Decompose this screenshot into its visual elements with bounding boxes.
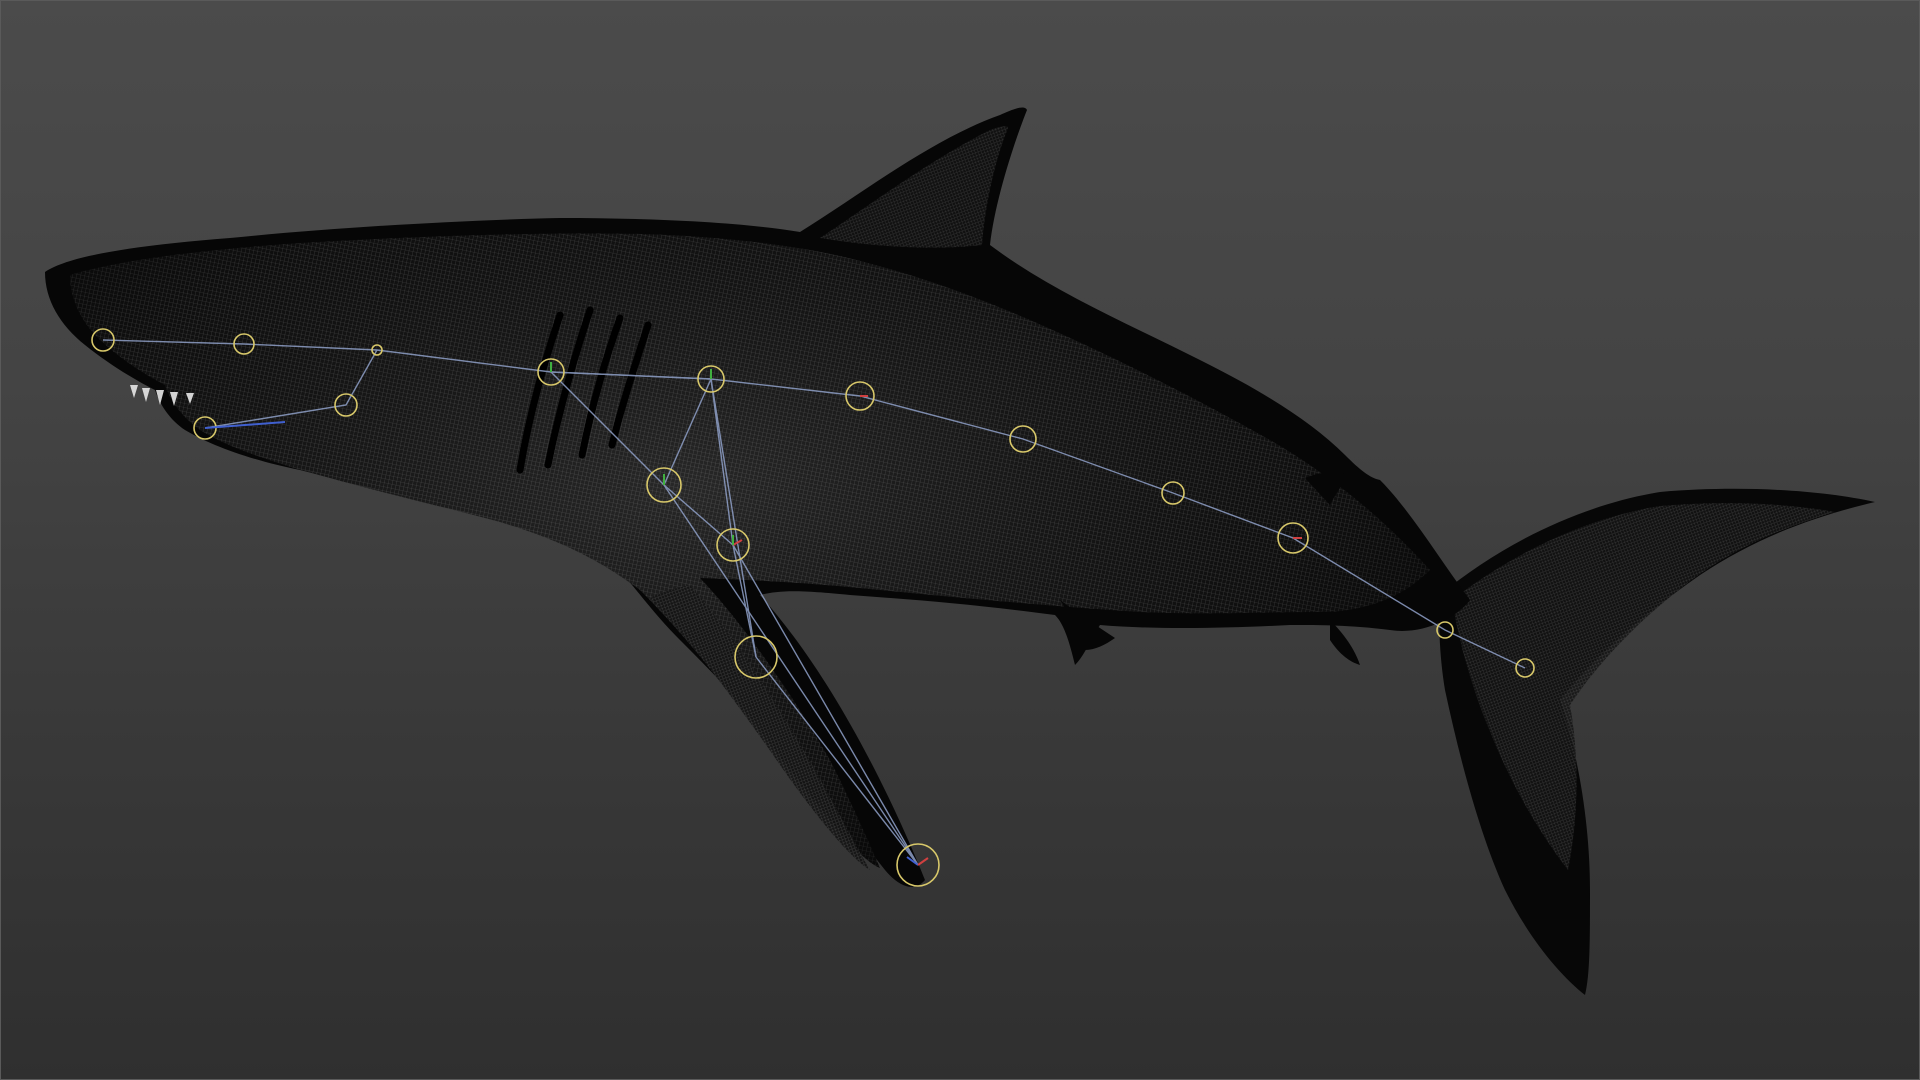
- shark-dorsal-fin-wire: [820, 126, 1008, 248]
- shark-mesh[interactable]: [45, 107, 1875, 995]
- shark-anal-fin: [1330, 620, 1360, 665]
- shark-body-shading: [70, 233, 1430, 868]
- shark-scene[interactable]: [0, 0, 1920, 1080]
- 3d-viewport[interactable]: [0, 0, 1920, 1080]
